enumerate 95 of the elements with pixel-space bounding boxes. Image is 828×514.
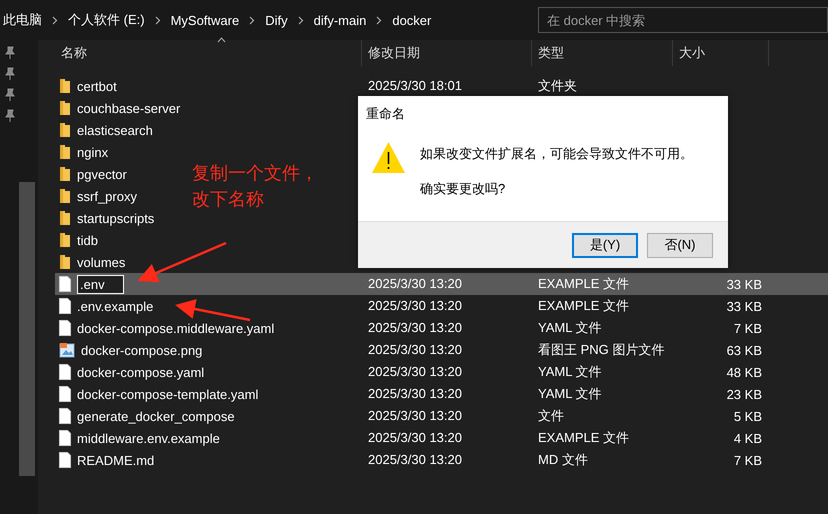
file-name: README.md: [77, 452, 154, 468]
file-type: EXAMPLE 文件: [537, 430, 630, 445]
file-type: YAML 文件: [537, 364, 602, 379]
file-name: docker-compose.png: [81, 342, 202, 358]
dialog-title: 重命名: [365, 105, 406, 123]
file-type: 文件: [537, 408, 564, 423]
file-type: YAML 文件: [537, 386, 602, 401]
pin-icon[interactable]: [5, 67, 15, 81]
file-icon: [59, 430, 71, 446]
file-name: docker-compose-template.yaml: [77, 386, 258, 402]
folder-icon: [59, 144, 71, 160]
folder-icon: [59, 232, 71, 248]
file-size: 4 KB: [732, 430, 763, 446]
file-size: 33 KB: [726, 298, 763, 314]
dialog-button[interactable]: 是(Y): [572, 232, 638, 258]
file-date: 2025/3/30 18:01: [367, 78, 462, 93]
folder-icon: [59, 78, 71, 94]
file-date: 2025/3/30 13:20: [367, 320, 462, 335]
file-size: 48 KB: [726, 364, 763, 380]
breadcrumb-item[interactable]: MySoftware: [170, 12, 240, 28]
file-date: 2025/3/30 13:20: [367, 298, 462, 313]
pin-icon[interactable]: [5, 88, 15, 102]
file-size: 7 KB: [732, 452, 763, 468]
file-date: 2025/3/30 13:20: [367, 408, 462, 423]
file-name: docker-compose.middleware.yaml: [77, 320, 274, 336]
rename-field[interactable]: .env: [77, 274, 124, 294]
chevron-icon: [249, 16, 256, 24]
file-icon: [59, 364, 71, 380]
folder-icon: [59, 210, 71, 226]
breadcrumb-item[interactable]: 个人软件 (E:): [68, 11, 145, 29]
file-name: nginx: [77, 144, 108, 160]
folder-icon: [59, 100, 71, 116]
file-name: volumes: [77, 254, 126, 270]
file-size: 5 KB: [732, 408, 763, 424]
breadcrumb-item[interactable]: Dify: [265, 12, 288, 28]
chevron-icon: [52, 16, 58, 24]
file-name: certbot: [77, 78, 117, 94]
column-header[interactable]: 类型: [532, 40, 673, 66]
scrollbar-thumb[interactable]: [19, 182, 35, 476]
file-icon: [59, 386, 71, 402]
file-date: 2025/3/30 13:20: [367, 386, 462, 401]
file-name: couchbase-server: [77, 100, 180, 116]
folder-icon: [59, 122, 71, 138]
file-icon: [59, 452, 71, 468]
folder-icon: [59, 254, 71, 270]
file-name: startupscripts: [77, 210, 154, 226]
file-row[interactable]: .env 2025/3/30 13:20 EXAMPLE 文件 33 KB: [55, 273, 828, 295]
folder-icon: [59, 166, 71, 182]
breadcrumb-item[interactable]: dify-main: [314, 12, 366, 28]
file-type: MD 文件: [537, 452, 588, 467]
pin-icon[interactable]: [5, 46, 15, 60]
file-name: elasticsearch: [77, 122, 153, 138]
chevron-icon: [154, 16, 161, 24]
dialog-question: 确实要更改吗?: [420, 180, 506, 198]
chevron-icon: [298, 16, 304, 24]
file-name: middleware.env.example: [77, 430, 220, 446]
file-icon: [59, 408, 71, 424]
file-type: 看图王 PNG 图片文件: [537, 342, 664, 357]
file-type: YAML 文件: [537, 320, 602, 335]
file-name: .env.example: [77, 298, 154, 314]
annotation-text: 复制一个文件，改下名称: [192, 162, 319, 211]
dialog-button[interactable]: 否(N): [647, 232, 713, 258]
file-type: EXAMPLE 文件: [537, 298, 630, 313]
column-header[interactable]: 名称: [55, 40, 362, 66]
chevron-icon: [376, 16, 382, 24]
file-size: 7 KB: [732, 320, 763, 336]
file-icon: [59, 320, 71, 336]
sort-up-icon: [217, 37, 226, 43]
file-size: 23 KB: [726, 386, 763, 402]
file-date: 2025/3/30 13:20: [367, 452, 462, 467]
warning-icon: [371, 141, 406, 174]
folder-icon: [59, 188, 71, 204]
file-size: 63 KB: [726, 342, 763, 358]
breadcrumb-item[interactable]: docker: [392, 12, 432, 28]
column-header[interactable]: 大小: [673, 40, 769, 66]
file-name: tidb: [77, 232, 98, 248]
dialog-message: 如果改变文件扩展名，可能会导致文件不可用。: [420, 145, 693, 163]
search-field[interactable]: 在 docker 中搜索: [538, 7, 828, 33]
image-file-icon: [59, 342, 75, 358]
file-type: EXAMPLE 文件: [537, 276, 630, 291]
file-size: 33 KB: [726, 276, 763, 292]
file-type: 文件夹: [537, 78, 577, 93]
file-date: 2025/3/30 13:20: [367, 430, 462, 445]
file-icon: [59, 276, 71, 292]
file-date: 2025/3/30 13:20: [367, 342, 462, 357]
file-date: 2025/3/30 13:20: [367, 364, 462, 379]
file-name: ssrf_proxy: [77, 188, 137, 204]
file-name: generate_docker_compose: [77, 408, 235, 424]
breadcrumb-item[interactable]: 此电脑: [3, 11, 42, 29]
file-name: docker-compose.yaml: [77, 364, 204, 380]
file-icon: [59, 298, 71, 314]
file-date: 2025/3/30 13:20: [367, 276, 462, 291]
column-header[interactable]: 修改日期: [362, 40, 532, 66]
file-name: pgvector: [77, 166, 127, 182]
pin-icon[interactable]: [5, 109, 15, 123]
